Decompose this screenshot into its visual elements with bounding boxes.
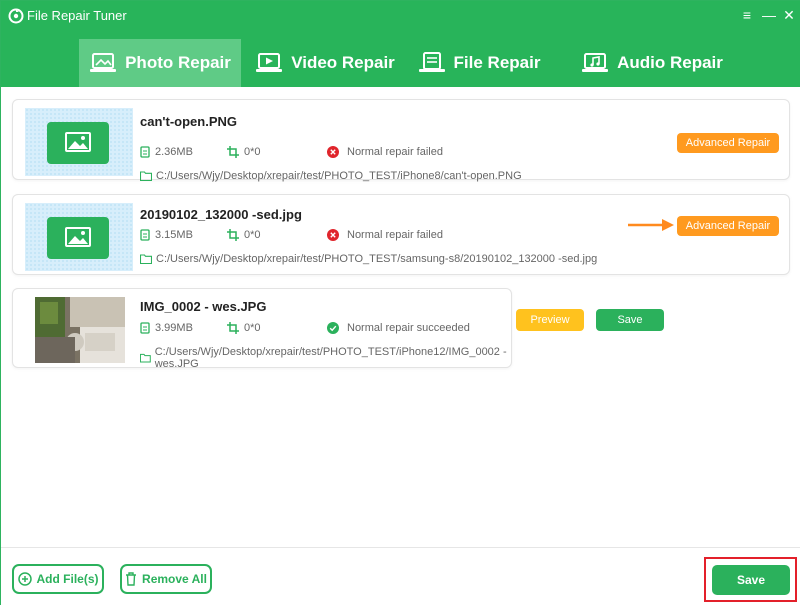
file-card: can't-open.PNG 2.36MB 0*0 Normal repair … (12, 99, 790, 182)
file-icon (418, 52, 445, 72)
menu-icon[interactable]: ≡ (737, 5, 757, 25)
title-bar: File Repair Tuner ≡ — ✕ (1, 1, 800, 31)
tab-file-repair[interactable]: File Repair (417, 39, 541, 87)
save-file-button[interactable]: Save (596, 309, 664, 331)
repair-status: Normal repair succeeded (327, 322, 470, 334)
tab-label: Photo Repair (125, 53, 231, 72)
advanced-repair-button[interactable]: Advanced Repair (677, 216, 779, 236)
image-placeholder-icon (47, 122, 109, 164)
resolution-value: 0*0 (244, 229, 261, 241)
file-path: C:/Users/Wjy/Desktop/xrepair/test/PHOTO_… (140, 170, 522, 182)
remove-all-button[interactable]: Remove All (120, 564, 212, 594)
advanced-repair-button[interactable]: Advanced Repair (677, 133, 779, 153)
resolution: 0*0 (227, 229, 261, 241)
file-thumbnail (25, 203, 133, 271)
photo-thumbnail (35, 297, 125, 363)
file-size: 3.99MB (140, 322, 193, 334)
success-icon (327, 322, 339, 334)
tab-label: File Repair (453, 53, 541, 72)
file-path-text: C:/Users/Wjy/Desktop/xrepair/test/PHOTO_… (156, 170, 522, 182)
tab-label: Audio Repair (617, 53, 723, 72)
add-files-label: Add File(s) (36, 572, 99, 586)
error-icon (327, 146, 339, 158)
save-button[interactable]: Save (712, 565, 790, 595)
repair-status: Normal repair failed (327, 229, 443, 241)
file-size-value: 3.15MB (155, 229, 193, 241)
arrow-pointer-icon (628, 219, 674, 231)
file-size-icon (140, 322, 150, 334)
minimize-icon[interactable]: — (759, 5, 779, 25)
error-icon (327, 229, 339, 241)
add-icon (17, 572, 32, 586)
repair-status: Normal repair failed (327, 146, 443, 158)
photo-icon (90, 53, 117, 72)
status-text: Normal repair failed (347, 229, 443, 241)
crop-icon (227, 146, 239, 158)
app-title: File Repair Tuner (27, 8, 127, 23)
file-size-icon (140, 146, 150, 158)
resolution: 0*0 (227, 146, 261, 158)
file-path: C:/Users/Wjy/Desktop/xrepair/test/PHOTO_… (140, 346, 511, 370)
tab-video-repair[interactable]: Video Repair (255, 39, 395, 87)
file-thumbnail (25, 108, 133, 176)
status-text: Normal repair succeeded (347, 322, 470, 334)
file-name: can't-open.PNG (140, 114, 237, 129)
file-size: 2.36MB (140, 146, 193, 158)
file-name: 20190102_132000 -sed.jpg (140, 207, 302, 222)
folder-icon (140, 171, 152, 181)
tab-photo-repair[interactable]: Photo Repair (79, 39, 241, 87)
resolution: 0*0 (227, 322, 261, 334)
crop-icon (227, 322, 239, 334)
file-size-icon (140, 229, 150, 241)
add-files-button[interactable]: Add File(s) (12, 564, 104, 594)
file-list: can't-open.PNG 2.36MB 0*0 Normal repair … (1, 87, 800, 547)
tab-audio-repair[interactable]: Audio Repair (579, 39, 725, 87)
file-path: C:/Users/Wjy/Desktop/xrepair/test/PHOTO_… (140, 253, 597, 265)
file-name: IMG_0002 - wes.JPG (140, 299, 267, 314)
app-logo-icon (8, 8, 24, 24)
file-card: 20190102_132000 -sed.jpg 3.15MB 0*0 Norm… (12, 194, 790, 275)
video-icon (256, 53, 283, 72)
header: File Repair Tuner ≡ — ✕ Photo Repair Vid… (1, 1, 800, 87)
status-text: Normal repair failed (347, 146, 443, 158)
folder-icon (140, 254, 152, 264)
footer-bar: Add File(s) Remove All Save (1, 547, 800, 607)
close-icon[interactable]: ✕ (779, 5, 799, 25)
audio-icon (582, 53, 609, 72)
preview-button[interactable]: Preview (516, 309, 584, 331)
folder-icon (140, 353, 151, 363)
file-size-value: 3.99MB (155, 322, 193, 334)
tab-label: Video Repair (291, 53, 395, 72)
file-size-value: 2.36MB (155, 146, 193, 158)
crop-icon (227, 229, 239, 241)
image-placeholder-icon (47, 217, 109, 259)
file-path-text: C:/Users/Wjy/Desktop/xrepair/test/PHOTO_… (156, 253, 598, 265)
trash-icon (126, 572, 137, 586)
remove-all-label: Remove All (142, 572, 207, 586)
app-window: File Repair Tuner ≡ — ✕ Photo Repair Vid… (0, 0, 800, 607)
file-size: 3.15MB (140, 229, 193, 241)
resolution-value: 0*0 (244, 146, 261, 158)
resolution-value: 0*0 (244, 322, 261, 334)
file-card: IMG_0002 - wes.JPG 3.99MB 0*0 Normal rep… (12, 288, 664, 370)
file-path-text: C:/Users/Wjy/Desktop/xrepair/test/PHOTO_… (154, 346, 507, 370)
